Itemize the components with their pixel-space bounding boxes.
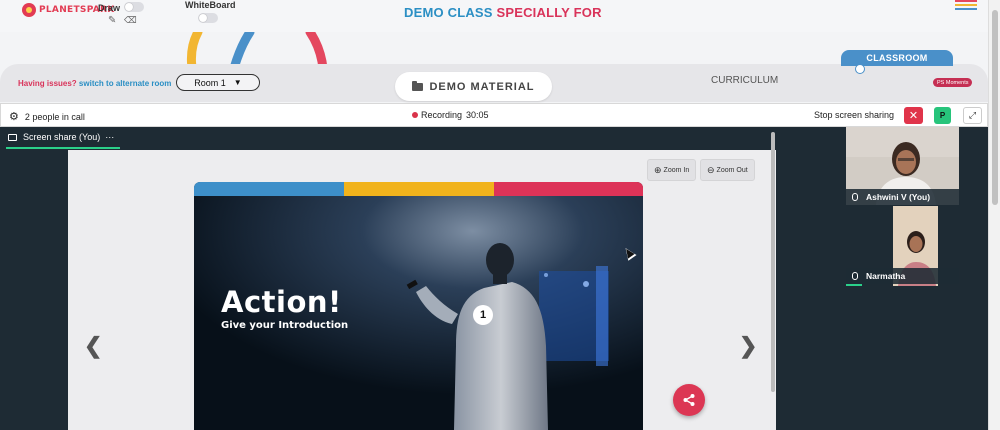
- share-button[interactable]: [673, 384, 705, 416]
- participant-name: Narmatha: [866, 271, 906, 281]
- stop-sharing-button[interactable]: ✕: [904, 107, 923, 124]
- dropdown-caret-icon: ▼: [233, 78, 242, 87]
- presentation-slide: Action! Give your Introduction 1: [194, 182, 643, 430]
- slide-scrollbar[interactable]: [770, 127, 776, 397]
- classroom-tab[interactable]: CLASSROOM: [841, 50, 953, 74]
- screen-share-icon: [8, 133, 17, 141]
- slide-stripe-red: [494, 182, 643, 196]
- gear-icon[interactable]: ⚙: [9, 110, 19, 123]
- active-speaker-indicator: [846, 284, 862, 286]
- participant-name-strip: Ashwini V (You): [846, 189, 959, 205]
- share-icon: [683, 394, 695, 406]
- participant-tile-narmatha[interactable]: Narmatha: [846, 206, 959, 286]
- participant-tile-self[interactable]: Ashwini V (You): [846, 127, 959, 205]
- recording-dot-icon: [412, 112, 418, 118]
- participant-name-strip: Narmatha: [846, 268, 959, 284]
- slide-title: Action!: [221, 285, 342, 319]
- room-select[interactable]: Room 1 ▼: [176, 74, 260, 91]
- demo-material-button[interactable]: DEMO MATERIAL: [395, 72, 552, 101]
- alternate-room-link[interactable]: switch to alternate room: [79, 79, 171, 88]
- participant-name: Ashwini V (You): [866, 192, 931, 202]
- people-count: 2 people in call: [24, 111, 85, 122]
- recording-label: Recording: [421, 110, 463, 120]
- page-scrollbar[interactable]: [988, 0, 1000, 430]
- call-toolbar: ⚙ 2 people in call Recording 30:05 Stop …: [0, 103, 988, 127]
- zoom-out-icon: ⊖: [707, 164, 715, 175]
- microphone-icon[interactable]: [852, 272, 858, 280]
- screen-share-tab[interactable]: Screen share (You) ···: [6, 127, 121, 149]
- folder-icon: [412, 80, 424, 91]
- zoom-in-label: Zoom In: [663, 166, 690, 174]
- whiteboard-label: WhiteBoard: [185, 0, 236, 10]
- slide-subtitle: Give your Introduction: [221, 320, 349, 331]
- whiteboard-toggle[interactable]: [198, 13, 218, 23]
- microphone-icon[interactable]: [852, 193, 858, 201]
- zoom-out-button[interactable]: ⊖ Zoom Out: [700, 159, 755, 181]
- hamburger-menu-icon[interactable]: [955, 0, 977, 12]
- participant-button[interactable]: P: [934, 107, 951, 124]
- pencil-icon[interactable]: ✎: [108, 15, 116, 26]
- screen-share-label: Screen share (You): [23, 132, 101, 142]
- demo-material-label: DEMO MATERIAL: [429, 80, 535, 93]
- draw-toggle[interactable]: [124, 2, 144, 12]
- slide-number-badge: 1: [473, 305, 493, 325]
- zoom-out-label: Zoom Out: [716, 166, 748, 174]
- page-title: DEMO CLASS SPECIALLY FOR: [404, 5, 602, 20]
- eraser-icon[interactable]: ⌫: [124, 15, 137, 26]
- draw-label: Draw: [98, 3, 121, 13]
- planetspark-logo-icon: [22, 3, 36, 17]
- issues-notice: Having issues? switch to alternate room: [18, 79, 171, 88]
- next-slide-icon[interactable]: ❯: [739, 333, 757, 359]
- curriculum-tab[interactable]: CURRICULUM: [711, 75, 778, 86]
- ps-moments-label: PS Moments: [937, 79, 969, 86]
- people-in-call: ⚙ 2 people in call: [9, 110, 85, 123]
- recording-time: 30:05: [466, 110, 489, 120]
- recording-indicator: Recording 30:05: [412, 110, 489, 120]
- top-header: PLANETSPARK Draw ✎ ⌫ WhiteBoard DEMO CLA…: [0, 0, 1000, 32]
- title-part-1: DEMO CLASS: [404, 5, 493, 20]
- stop-sharing-label: Stop screen sharing: [814, 110, 895, 120]
- expand-icon[interactable]: ⤢: [963, 107, 982, 124]
- zoom-in-icon: ⊕: [654, 164, 662, 175]
- slide-stripe-yellow: [344, 182, 494, 196]
- ps-moments-badge[interactable]: PS Moments: [933, 78, 973, 87]
- more-options-icon[interactable]: ···: [105, 132, 114, 142]
- title-part-2: SPECIALLY FOR: [496, 5, 602, 20]
- issues-text: Having issues?: [18, 79, 77, 88]
- room-select-value: Room 1: [194, 77, 226, 88]
- previous-slide-icon[interactable]: ❮: [84, 333, 102, 359]
- zoom-in-button[interactable]: ⊕ Zoom In: [647, 159, 697, 181]
- slide-stripe-blue: [194, 182, 344, 196]
